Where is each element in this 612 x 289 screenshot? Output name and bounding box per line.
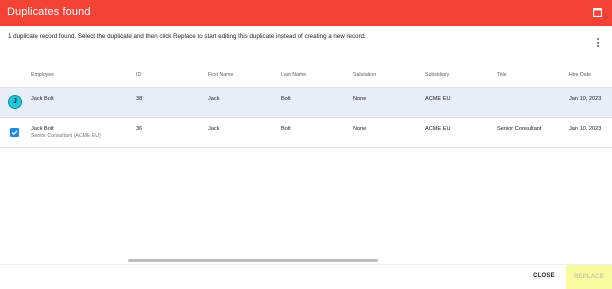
scrollbar-thumb[interactable]: [128, 259, 378, 262]
column-header-hire-date[interactable]: Hire Date: [569, 72, 591, 78]
table-row[interactable]: J Jack Bolt 38 Jack Bolt None ACME EU Ja…: [0, 88, 612, 118]
cell-subsidiary: ACME EU: [425, 96, 451, 102]
cell-subsidiary: ACME EU: [425, 126, 451, 132]
more-vert-icon[interactable]: [596, 38, 600, 50]
close-button[interactable]: CLOSE: [526, 267, 562, 285]
cell-salutation: None: [353, 96, 367, 102]
column-header-title[interactable]: Title: [497, 72, 507, 78]
cell-salutation: None: [353, 126, 367, 132]
checkbox-checked-icon[interactable]: [10, 128, 19, 137]
table-row[interactable]: Jack Bolt Senior Consultant (ACME EU) 36…: [0, 118, 612, 148]
maximize-icon[interactable]: [593, 8, 602, 17]
cell-hire-date: Jan 10, 2023: [569, 96, 602, 102]
column-header-first-name[interactable]: First Name: [208, 72, 233, 78]
cell-employee: Jack Bolt: [31, 96, 54, 102]
column-header-employee[interactable]: Employee: [31, 72, 54, 78]
column-header-id[interactable]: ID: [136, 72, 141, 78]
cell-last-name: Bolt: [281, 96, 291, 102]
column-header-salutation[interactable]: Salutation: [353, 72, 376, 78]
duplicates-table: Employee ID First Name Last Name Salutat…: [0, 62, 612, 148]
dialog-title: Duplicates found: [7, 6, 91, 18]
cell-first-name: Jack: [208, 126, 220, 132]
cell-employee: Jack Bolt: [31, 126, 54, 132]
cell-hire-date: Jan 10, 2023: [569, 126, 602, 132]
cell-id: 36: [136, 126, 143, 132]
footer-divider: [0, 264, 612, 265]
column-header-subsidiary[interactable]: Subsidiary: [425, 72, 449, 78]
replace-button[interactable]: REPLACE: [566, 265, 612, 289]
cell-title: Senior Consultant: [497, 126, 542, 132]
cell-first-name: Jack: [208, 96, 220, 102]
cell-id: 38: [136, 96, 143, 102]
table-header: Employee ID First Name Last Name Salutat…: [0, 62, 612, 88]
duplicate-message: 1 duplicate record found. Select the dup…: [8, 33, 366, 40]
avatar: J: [8, 95, 22, 109]
cell-employee-subtitle: Senior Consultant (ACME EU): [31, 133, 101, 139]
column-header-last-name[interactable]: Last Name: [281, 72, 306, 78]
cell-last-name: Bolt: [281, 126, 291, 132]
dialog-titlebar: Duplicates found: [0, 0, 612, 26]
